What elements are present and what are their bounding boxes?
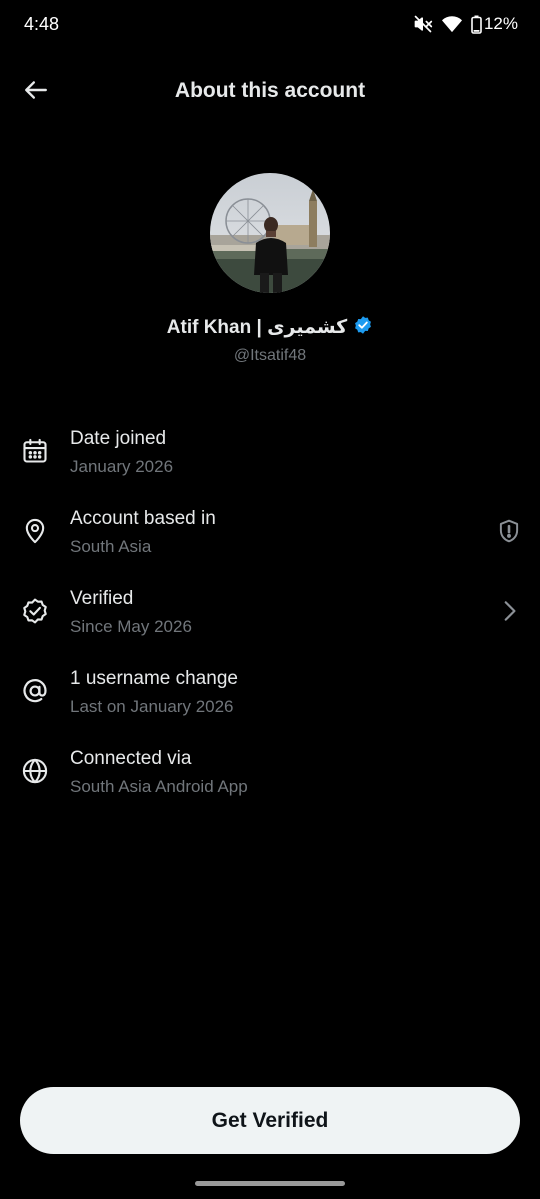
info-row-verified[interactable]: Verified Since May 2026 xyxy=(0,572,540,652)
info-subtitle: January 2026 xyxy=(70,457,174,476)
page-title: About this account xyxy=(174,79,366,102)
info-row-username-change: 1 username change Last on January 2026 xyxy=(0,652,540,732)
account-info-list: Date joined January 2026 Account based i… xyxy=(0,412,540,812)
profile-name-row: Atif Khan | کشمیری xyxy=(0,315,540,340)
at-sign-icon xyxy=(21,677,49,705)
wifi-icon xyxy=(441,14,463,34)
info-row-date-joined: Date joined January 2026 xyxy=(0,412,540,492)
verified-check-icon xyxy=(21,597,49,625)
get-verified-button[interactable]: Get Verified xyxy=(20,1087,520,1154)
info-title: Date joined xyxy=(70,428,167,449)
battery-icon xyxy=(471,15,482,34)
home-indicator[interactable] xyxy=(195,1181,345,1186)
info-row-connected-via: Connected via South Asia Android App xyxy=(0,732,540,812)
info-title: Connected via xyxy=(70,748,192,769)
info-subtitle: Last on January 2026 xyxy=(70,697,234,716)
profile-handle: @Itsatif48 xyxy=(233,347,307,364)
mute-icon xyxy=(413,14,433,34)
battery-percent: 12% xyxy=(483,14,518,33)
info-subtitle: South Asia Android App xyxy=(70,777,248,796)
status-time: 4:48 xyxy=(24,14,60,34)
verified-badge-icon xyxy=(353,315,373,340)
calendar-icon xyxy=(21,437,49,465)
profile-name: Atif Khan | کشمیری xyxy=(166,317,348,338)
info-title: 1 username change xyxy=(70,668,238,689)
globe-icon xyxy=(21,757,49,785)
battery-indicator: 12% xyxy=(471,14,518,34)
avatar[interactable] xyxy=(210,173,330,293)
info-title: Account based in xyxy=(70,508,216,529)
status-icons: 12% xyxy=(413,14,518,34)
info-subtitle: Since May 2026 xyxy=(70,617,192,636)
chevron-right-icon[interactable] xyxy=(496,598,522,624)
info-subtitle: South Asia xyxy=(70,537,152,556)
header: About this account xyxy=(0,62,540,124)
status-bar: 4:48 12% xyxy=(0,0,540,52)
info-row-account-based-in: Account based in South Asia xyxy=(0,492,540,572)
location-pin-icon xyxy=(21,517,49,545)
shield-alert-icon[interactable] xyxy=(496,518,522,544)
info-title: Verified xyxy=(70,588,134,609)
